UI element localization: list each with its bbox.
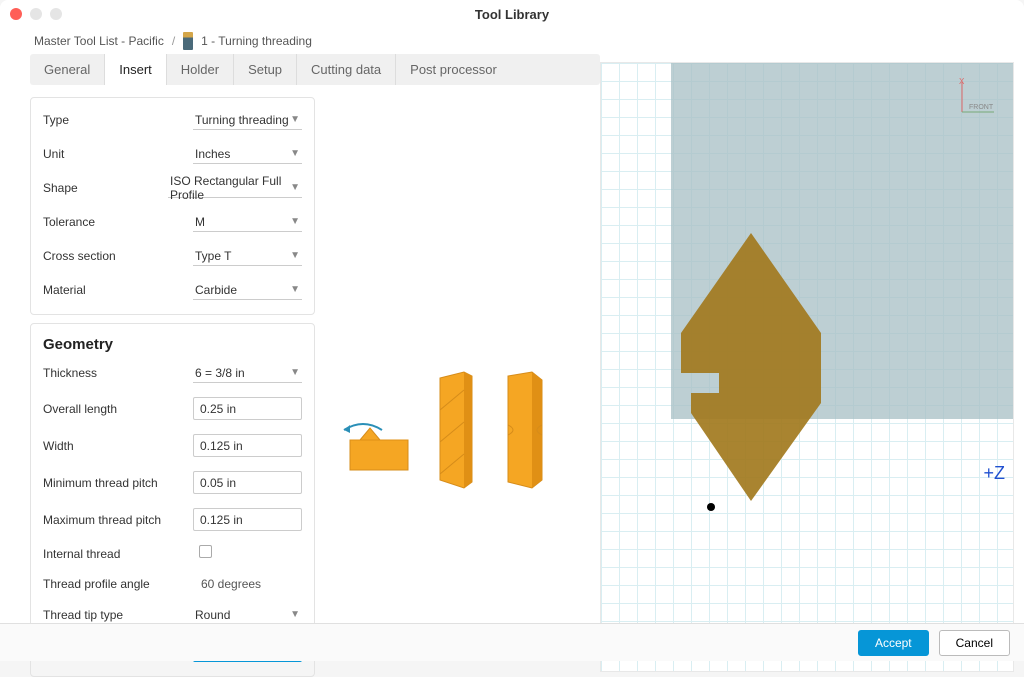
window-title: Tool Library [0,7,1024,22]
tabs: General Insert Holder Setup Cutting data… [30,54,600,85]
preview-viewport[interactable]: X FRONT +Z 1/64 in [600,62,1014,672]
chevron-down-icon: ▼ [290,250,300,261]
tab-general[interactable]: General [30,54,105,85]
material-dropdown[interactable]: Carbide ▼ [193,280,302,300]
breadcrumb-separator: / [172,34,175,48]
chevron-down-icon: ▼ [290,216,300,227]
overall-length-label: Overall length [43,402,193,416]
profile-angle-label: Thread profile angle [43,577,193,591]
width-input[interactable]: 0.125 in [193,434,302,457]
cross-section-label: Cross section [43,249,193,263]
tolerance-label: Tolerance [43,215,193,229]
min-pitch-input[interactable]: 0.05 in [193,471,302,494]
type-label: Type [43,113,193,127]
tolerance-dropdown[interactable]: M ▼ [193,212,302,232]
chevron-down-icon: ▼ [290,148,300,159]
material-label: Material [43,283,193,297]
thickness-dropdown[interactable]: 6 = 3/8 in ▼ [193,363,302,383]
chevron-down-icon: ▼ [290,114,300,125]
breadcrumb-root[interactable]: Master Tool List - Pacific [34,34,164,48]
shape-dropdown[interactable]: ISO Rectangular Full Profile ▼ [168,178,302,198]
insert-properties-panel: Type Turning threading ▼ Unit Inches ▼ [30,97,315,315]
origin-marker [707,503,715,511]
tab-insert[interactable]: Insert [105,54,167,85]
tip-type-dropdown[interactable]: Round ▼ [193,605,302,625]
min-pitch-label: Minimum thread pitch [43,476,193,490]
chevron-down-icon: ▼ [290,284,300,295]
cross-section-dropdown[interactable]: Type T ▼ [193,246,302,266]
max-pitch-input[interactable]: 0.125 in [193,508,302,531]
tab-post-processor[interactable]: Post processor [396,54,511,85]
axis-z-label: +Z [983,463,1005,484]
material-value: Carbide [195,283,237,297]
chevron-down-icon: ▼ [290,609,300,620]
tolerance-value: M [195,215,205,229]
cross-section-value: Type T [195,249,231,263]
insert-diagram-end [502,370,550,490]
chevron-down-icon: ▼ [290,182,300,193]
overall-length-input[interactable]: 0.25 in [193,397,302,420]
tip-type-label: Thread tip type [43,608,193,622]
internal-thread-checkbox[interactable] [199,545,212,558]
profile-angle-value: 60 degrees [193,577,302,591]
insert-diagram-side [432,370,480,490]
insert-diagram-group [330,370,550,490]
tip-type-value: Round [195,608,230,622]
unit-value: Inches [195,147,230,161]
shape-value: ISO Rectangular Full Profile [170,174,290,202]
geometry-title: Geometry [43,336,302,353]
unit-label: Unit [43,147,193,161]
type-dropdown[interactable]: Turning threading ▼ [193,110,302,130]
tool-silhouette [681,233,821,513]
type-value: Turning threading [195,113,289,127]
axis-front-label: FRONT [969,104,994,111]
max-pitch-label: Maximum thread pitch [43,513,193,527]
width-label: Width [43,439,193,453]
insert-diagram-top [330,400,410,490]
axis-x-label: X [959,77,965,86]
cancel-button[interactable]: Cancel [939,630,1010,656]
internal-thread-label: Internal thread [43,547,193,561]
thickness-value: 6 = 3/8 in [195,366,245,380]
axes-indicator: X FRONT [959,77,999,120]
breadcrumb-current: 1 - Turning threading [201,34,312,48]
tab-cutting-data[interactable]: Cutting data [297,54,396,85]
unit-dropdown[interactable]: Inches ▼ [193,144,302,164]
tool-icon [183,32,193,50]
thickness-label: Thickness [43,366,193,380]
chevron-down-icon: ▼ [290,367,300,378]
accept-button[interactable]: Accept [858,630,929,656]
tab-setup[interactable]: Setup [234,54,297,85]
tab-holder[interactable]: Holder [167,54,234,85]
breadcrumb: Master Tool List - Pacific / 1 - Turning… [0,28,1024,54]
